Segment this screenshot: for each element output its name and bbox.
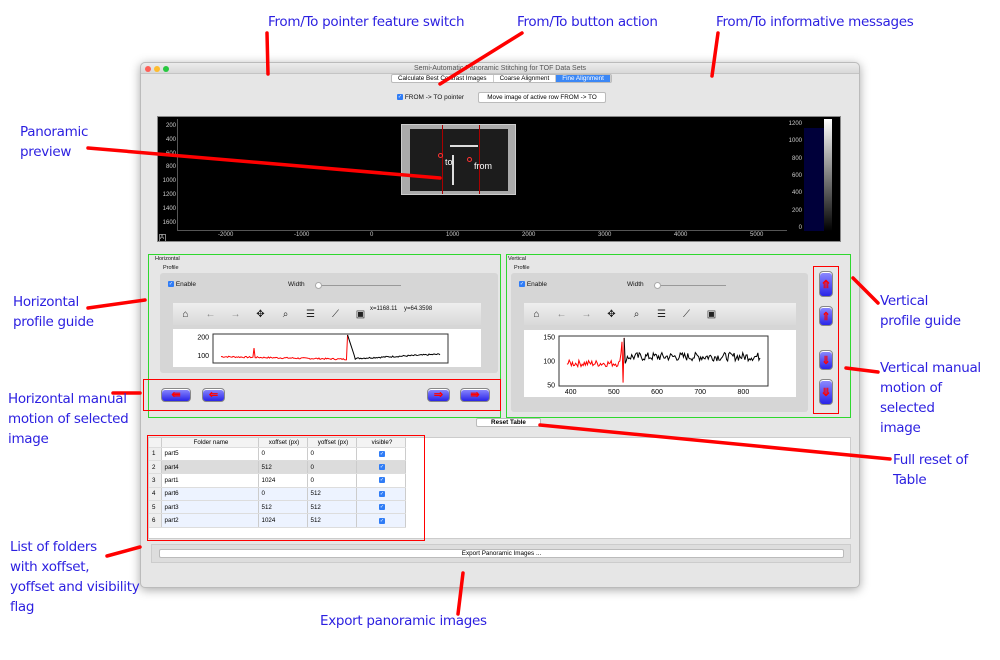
annotation-export: Export panoramic images: [320, 613, 487, 629]
annotation-button-action: From/To button action: [517, 14, 658, 30]
annotation-arrows: [86, 31, 892, 616]
annotation-messages: From/To informative messages: [716, 14, 914, 30]
annotation-preview: Panoramic preview: [20, 124, 89, 160]
annotation-reset: Full reset of Table: [893, 452, 968, 488]
annotation-vguide: Vertical profile guide: [880, 293, 961, 329]
annotation-hguide: Horizontal profile guide: [13, 294, 94, 330]
annotation-folders: List of folders with xoffset, yoffset and …: [10, 539, 140, 615]
annotation-vmotion: Vertical manual motion of selected image: [880, 360, 981, 436]
annotation-pointer-switch: From/To pointer feature switch: [268, 14, 465, 30]
annotation-hmotion: Horizontal manual motion of selected image: [8, 391, 129, 447]
